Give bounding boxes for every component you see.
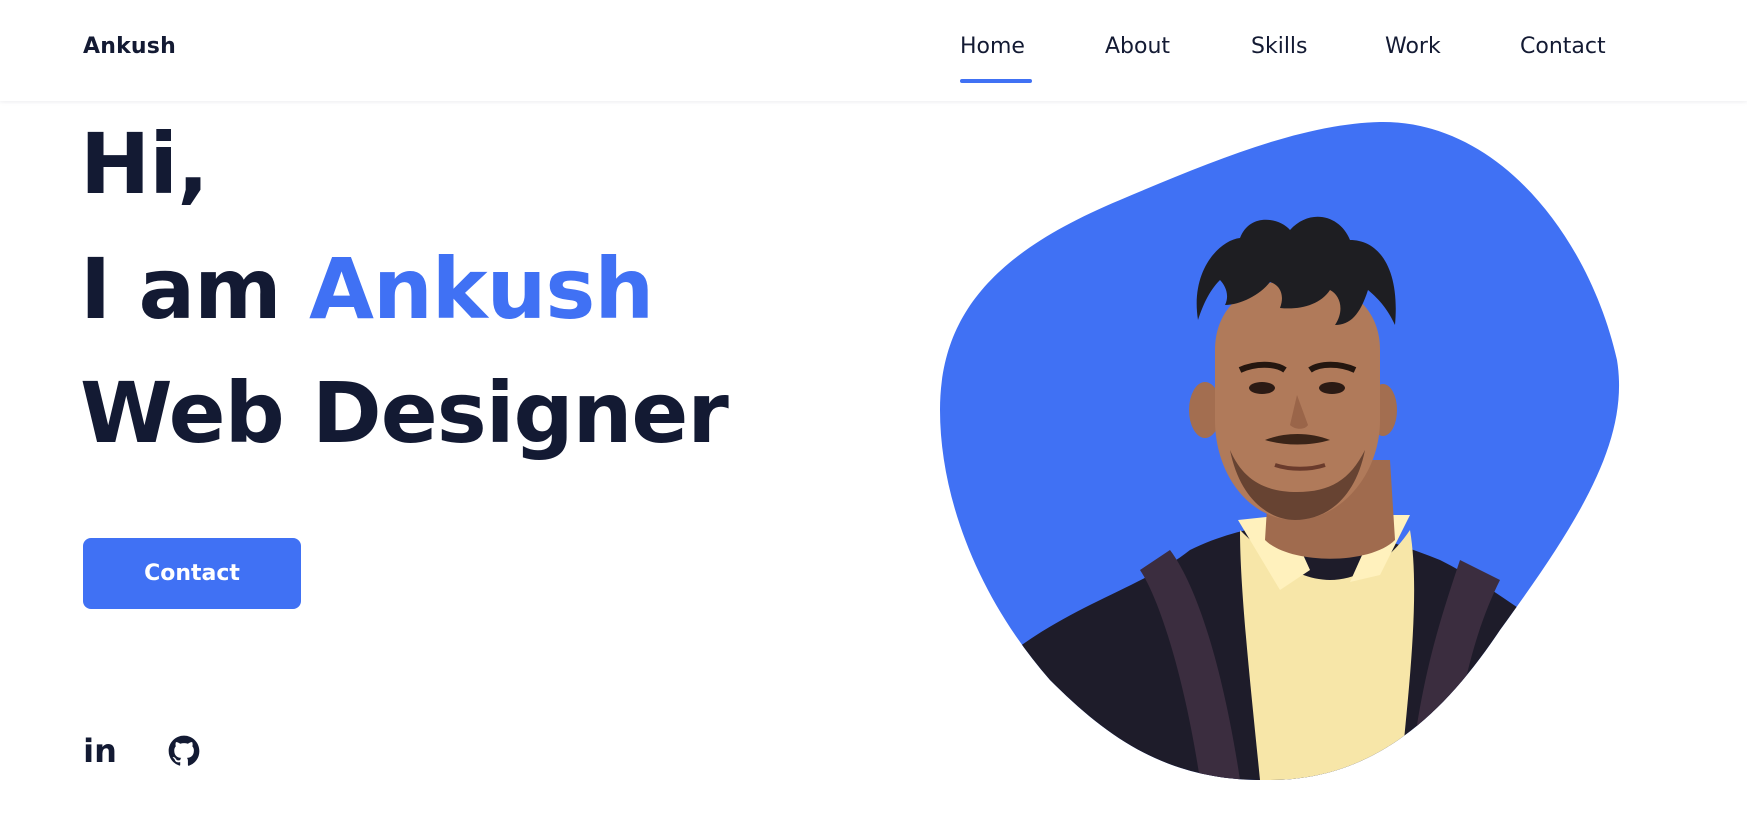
linkedin-icon-label: in [83,732,117,770]
nav-work[interactable]: Work [1385,34,1441,59]
site-header: Ankush Home About Skills Work Contact [0,0,1747,101]
portrait-eye-right [1319,382,1345,394]
portrait-eye-left [1249,382,1275,394]
github-icon[interactable] [167,734,201,768]
nav-contact[interactable]: Contact [1520,34,1606,59]
hero-portrait [940,121,1620,780]
portrait-photo [940,121,1620,780]
github-icon-svg [168,735,200,766]
brand-logo[interactable]: Ankush [83,34,176,59]
linkedin-icon[interactable]: in [83,732,117,770]
nav-about[interactable]: About [1105,34,1170,59]
nav-home[interactable]: Home [960,34,1025,59]
hero-intro-prefix: I am [80,240,309,338]
hero-name: Ankush [308,240,654,338]
nav-skills[interactable]: Skills [1251,34,1308,59]
hero-role: Web Designer [80,364,729,462]
contact-button[interactable]: Contact [83,538,301,609]
active-nav-indicator [960,79,1032,83]
hero-greeting: Hi, [80,115,209,213]
hero-intro: I am Ankush [80,247,654,331]
